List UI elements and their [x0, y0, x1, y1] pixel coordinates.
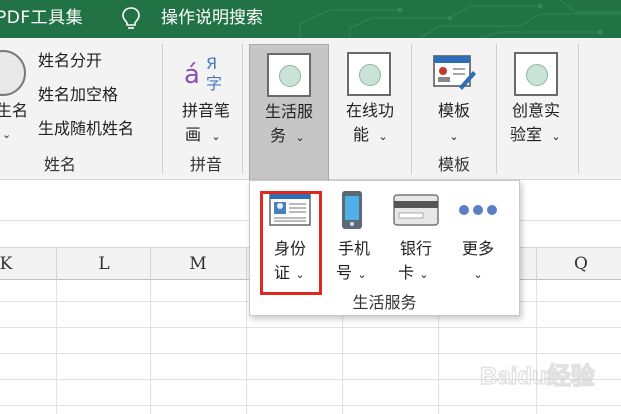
template-button[interactable]: 模板 [426, 100, 482, 122]
chevron-down-icon: ⌄ [295, 131, 305, 144]
online-function-label-line2: 能 [352, 125, 369, 144]
column-divider [536, 248, 537, 281]
life-service-dropdown: 身份 证 ⌄ 手机 号 ⌄ 银行 卡 ⌄ 更多 ⌄ 生活服务 [249, 180, 520, 316]
dropdown-group-label: 生活服务 [352, 293, 417, 312]
grid-line [0, 405, 621, 406]
life-service-label: 生活服 [264, 102, 313, 121]
add-space-name-button[interactable]: 姓名加空格 [38, 84, 118, 106]
svg-text:Я: Я [206, 54, 217, 73]
random-name-button[interactable]: 生成随机姓名 [38, 118, 134, 140]
chevron-down-icon: ⌄ [2, 128, 12, 141]
mobile-number-label: 手机 [337, 239, 370, 258]
group-label-template: 模板 [437, 155, 470, 174]
tell-me-search[interactable]: 操作说明搜索 [161, 6, 263, 30]
pinyin-stroke-button[interactable]: 拼音笔 [176, 100, 236, 122]
svg-text:字: 字 [206, 74, 222, 92]
group-separator [496, 44, 497, 174]
circuit-pattern-decoration [299, 0, 621, 38]
title-bar: PDF工具集 操作说明搜索 [0, 0, 621, 38]
bank-card-icon [393, 194, 439, 226]
life-service-icon [267, 53, 311, 97]
life-service-button[interactable]: 生活服 务 ⌄ [249, 44, 329, 180]
column-header-k[interactable]: K [0, 252, 20, 276]
group-separator [162, 44, 163, 174]
more-label: 更多 [461, 239, 494, 258]
svg-text:á: á [184, 60, 200, 90]
pinyin-stroke-button-line2: 画 [184, 125, 201, 144]
online-function-button[interactable]: 在线功 [338, 100, 402, 122]
baidu-watermark: Baidu经验 [479, 356, 615, 396]
group-separator [242, 44, 243, 174]
column-header-q[interactable]: Q [567, 252, 595, 276]
chevron-down-icon: ⌄ [473, 268, 483, 281]
group-label-pinyin: 拼音 [189, 155, 222, 174]
mobile-number-label-line2: 号 [335, 263, 352, 282]
creative-lab-button[interactable]: 创意实 [504, 100, 568, 122]
chevron-down-icon: ⌄ [211, 130, 221, 143]
generate-name-button-label[interactable]: 生名 [0, 100, 28, 122]
bank-card-label-line2: 卡 [397, 263, 414, 282]
life-service-label-line2: 务 [269, 126, 286, 145]
chevron-down-icon: ⌄ [419, 268, 429, 281]
ribbon: 生名 ⌄ 姓名分开 姓名加空格 生成随机姓名 姓名 á Я 字 拼音笔 画 ⌄ … [0, 38, 621, 180]
mobile-phone-icon [342, 191, 362, 229]
svg-text:Baidu经验: Baidu经验 [480, 362, 595, 390]
split-name-button[interactable]: 姓名分开 [38, 50, 102, 72]
group-label-name: 姓名 [43, 155, 76, 174]
group-separator [411, 44, 412, 174]
column-divider [246, 248, 247, 281]
baidu-logo-icon: Baidu经验 [479, 361, 595, 390]
lightbulb-icon [122, 7, 140, 29]
creative-lab-icon [514, 52, 558, 96]
bank-card-label: 银行 [399, 239, 432, 258]
template-icon [433, 55, 476, 90]
online-function-icon [347, 52, 391, 96]
group-separator [578, 44, 579, 174]
column-divider [150, 248, 151, 281]
pinyin-icon: á Я 字 [184, 54, 222, 92]
creative-lab-label-line2: 验室 [509, 125, 542, 144]
person-icon [0, 50, 26, 96]
id-card-highlight-box [260, 191, 322, 295]
chevron-down-icon: ⌄ [378, 130, 388, 143]
more-dots-icon [459, 205, 497, 215]
column-header-m[interactable]: M [184, 252, 212, 276]
column-divider [56, 248, 57, 281]
grid-line [0, 327, 621, 328]
pdf-tools-tab[interactable]: PDF工具集 [0, 6, 83, 30]
chevron-down-icon: ⌄ [449, 130, 459, 143]
chevron-down-icon: ⌄ [357, 268, 367, 281]
column-header-l[interactable]: L [90, 252, 118, 276]
chevron-down-icon: ⌄ [551, 130, 561, 143]
grid-line [0, 353, 621, 354]
